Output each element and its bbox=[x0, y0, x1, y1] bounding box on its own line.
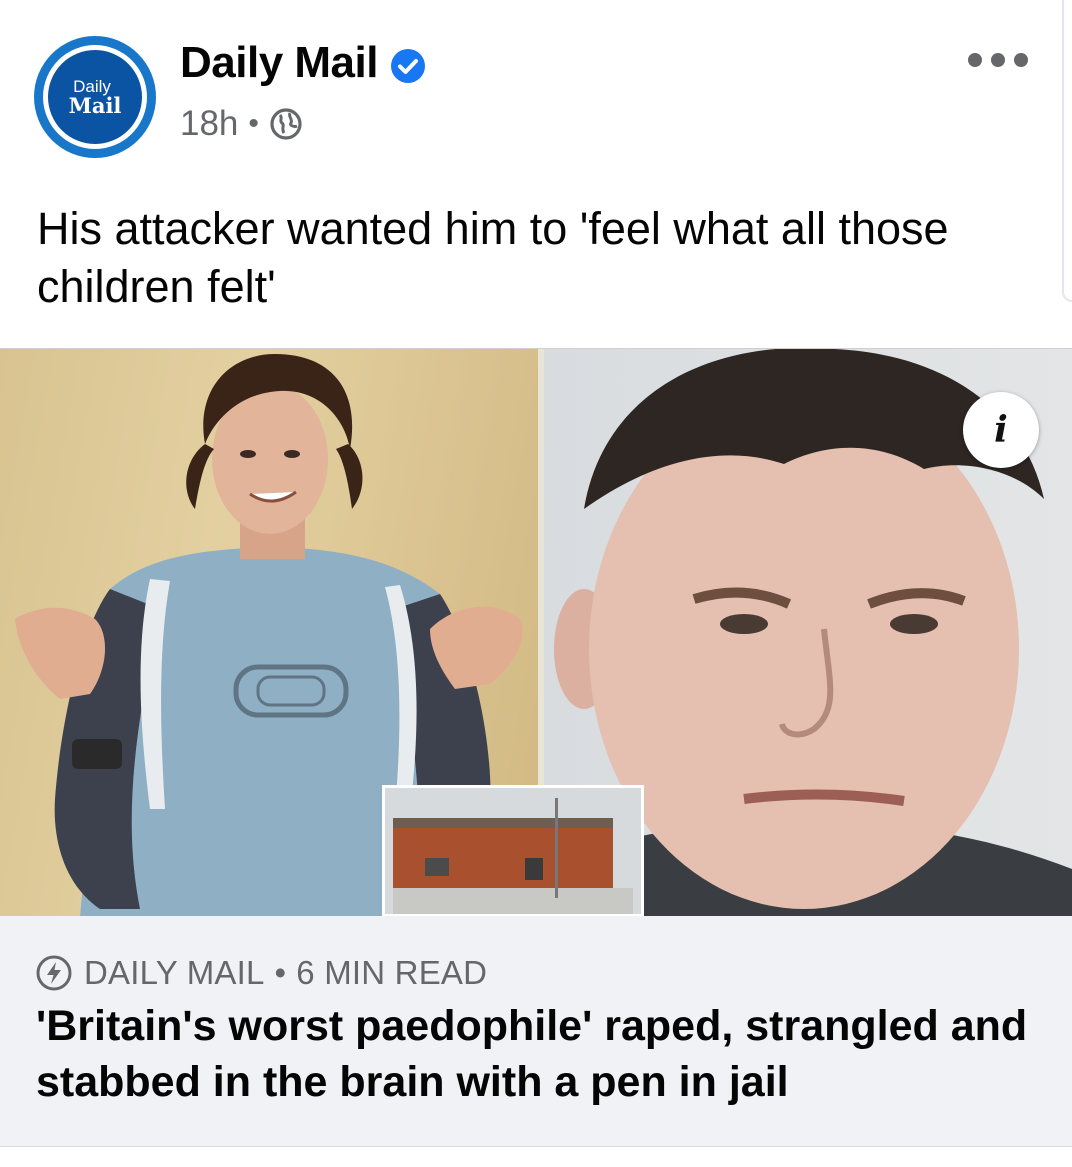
verified-badge-icon bbox=[390, 45, 426, 83]
more-options-icon[interactable] bbox=[968, 48, 1028, 72]
page-name[interactable]: Daily Mail bbox=[180, 38, 378, 88]
globe-icon[interactable] bbox=[269, 107, 303, 141]
page-name-link[interactable]: Daily Mail bbox=[180, 38, 426, 88]
post-bottom-spacer bbox=[0, 1147, 1072, 1167]
post-caption: His attacker wanted him to 'feel what al… bbox=[37, 203, 949, 312]
scroll-edge bbox=[1062, 0, 1072, 302]
post-meta: 18h • bbox=[180, 104, 303, 144]
post-timestamp[interactable]: 18h bbox=[180, 104, 238, 144]
source-separator: • bbox=[274, 954, 287, 991]
source-name: DAILY MAIL bbox=[84, 954, 265, 991]
info-icon[interactable]: i bbox=[963, 392, 1039, 468]
link-source: DAILY MAIL • 6 MIN READ bbox=[36, 954, 487, 992]
meta-separator: • bbox=[248, 107, 259, 140]
daily-mail-logo: Daily Mail bbox=[48, 50, 142, 144]
lightning-bolt-icon bbox=[36, 955, 72, 991]
photo-prison-building bbox=[382, 785, 644, 917]
read-time: 6 MIN READ bbox=[296, 954, 488, 991]
link-preview-image[interactable] bbox=[0, 348, 1072, 917]
link-headline[interactable]: 'Britain's worst paedophile' raped, stra… bbox=[36, 998, 1046, 1110]
post-header: Daily Mail Daily Mail 18h • bbox=[0, 0, 1072, 170]
page-avatar[interactable]: Daily Mail bbox=[34, 36, 156, 158]
